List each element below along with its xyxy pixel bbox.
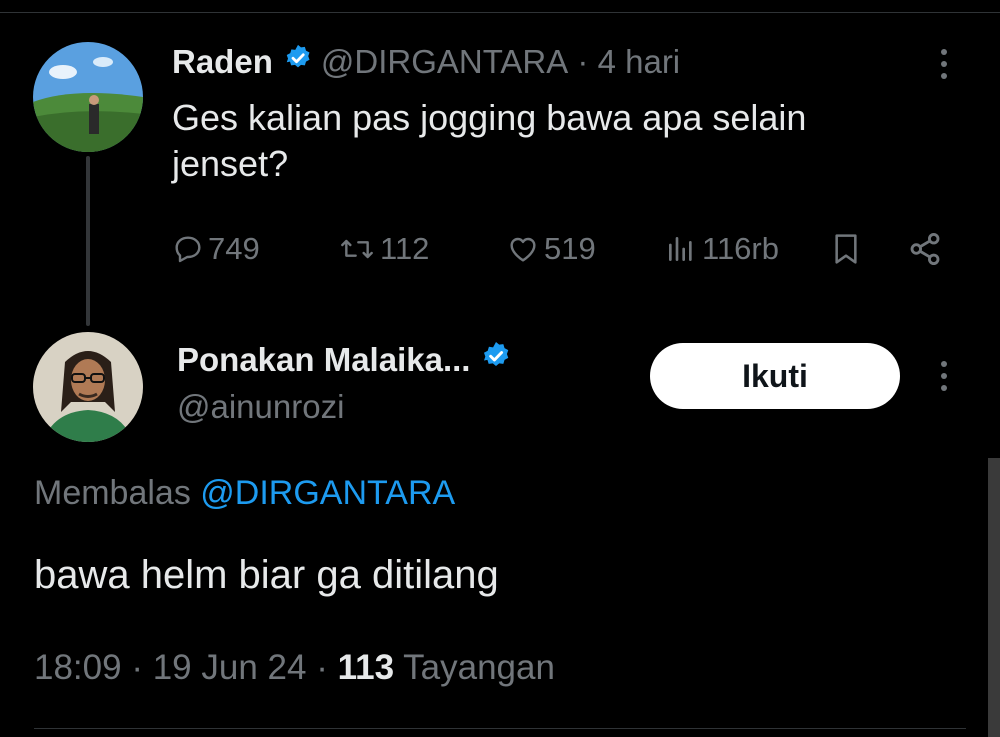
top-divider [0,12,1000,13]
like-count: 519 [544,231,596,266]
more-options-icon[interactable] [934,356,954,396]
separator-dot: · [568,43,598,80]
heart-icon [510,237,536,262]
replying-prefix: Membalas [34,474,191,512]
reply-text: bawa helm biar ga ditilang [34,553,499,597]
follow-button[interactable]: Ikuti [650,343,900,409]
reply-button[interactable]: 749 [172,224,260,274]
replying-to: Membalas @DIRGANTARA [34,474,455,513]
verified-badge-icon [283,43,313,81]
original-tweet-text: Ges kalian pas jogging bawa apa selain j… [172,97,807,184]
retweet-count: 112 [380,231,430,266]
thread-connector [86,156,90,326]
separator-dot: · [316,648,338,687]
separator-dot: · [131,648,153,687]
views-label: Tayangan [403,648,555,687]
reply-icon [175,236,201,263]
retweet-button[interactable]: 112 [338,224,429,274]
views-chart-icon [669,237,692,261]
original-tweet-header: Raden @DIRGANTARA · 4 hari [172,40,680,84]
share-button[interactable] [906,224,948,274]
replying-to-link[interactable]: @DIRGANTARA [200,474,455,512]
author-handle[interactable]: @DIRGANTARA [321,43,568,81]
reply-author-name[interactable]: Ponakan Malaika... [177,341,470,379]
verified-badge-icon [480,340,512,380]
more-options-icon[interactable] [934,44,954,84]
bookmark-icon [835,234,857,264]
bottom-divider [34,728,966,729]
views-count: 116rb [702,231,779,266]
reply-time[interactable]: 18:09 [34,648,122,687]
reply-header: Ponakan Malaika... [177,336,520,384]
views-count: 113 [337,648,395,687]
reply-date[interactable]: 19 Jun 24 [153,648,307,687]
bookmark-button[interactable] [830,224,866,274]
reply-author-handle[interactable]: @ainunrozi [177,388,344,426]
avatar-ainunrozi[interactable] [33,332,143,442]
time-ago[interactable]: 4 hari [598,43,681,81]
reply-count: 749 [208,231,260,266]
reply-meta: 18:09 · 19 Jun 24 · 113 Tayangan [34,648,555,688]
author-name[interactable]: Raden [172,43,273,81]
share-icon [910,233,940,265]
scrollbar[interactable] [988,458,1000,737]
like-button[interactable]: 519 [506,224,596,274]
retweet-icon [341,239,373,259]
avatar-raden[interactable] [33,42,143,152]
tweet-actions: 749 112 519 116rb [172,224,952,274]
views-button[interactable]: 116rb [664,224,779,274]
